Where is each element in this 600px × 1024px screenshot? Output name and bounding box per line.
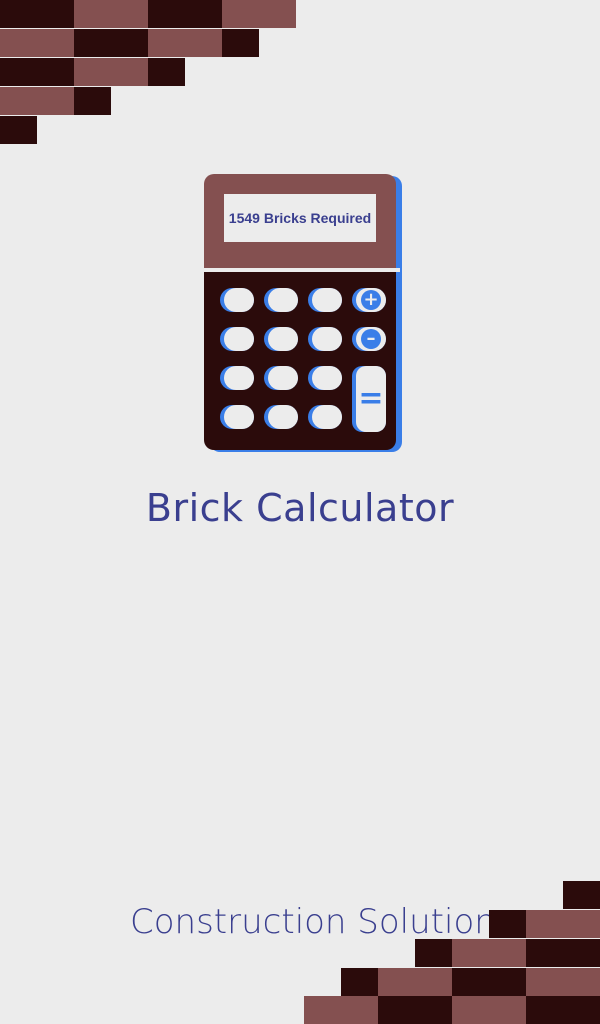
brick [304,996,378,1024]
app-title: Brick Calculator [145,486,455,530]
brick [148,58,185,86]
calculator-key [220,405,254,429]
calculator-key [308,366,342,390]
brick [222,0,296,28]
equals-key: = [352,366,386,432]
calculator-display: 1549 Bricks Required [224,194,376,242]
calculator-key [264,327,298,351]
brick [452,939,526,967]
brick [526,910,600,938]
brick [378,968,452,996]
brick [341,968,378,996]
minus-icon: – [361,329,381,349]
brick [526,968,600,996]
calculator-key [264,405,298,429]
calculator-key [264,366,298,390]
brick [526,996,600,1024]
plus-icon: + [361,290,381,310]
brick [526,939,600,967]
minus-key: – [352,327,386,351]
brick [452,996,526,1024]
calculator-key [264,288,298,312]
brick [74,58,148,86]
brick [563,881,600,909]
calculator-key [220,327,254,351]
brick [0,87,74,115]
calculator-top: 1549 Bricks Required [204,174,396,268]
brick [74,0,148,28]
brick [415,939,452,967]
calculator-keypad: + – = [204,272,396,450]
app-tagline: Construction Solution [130,902,496,942]
brick [452,968,526,996]
brick [489,910,526,938]
brick [0,58,74,86]
calculator-illustration: 1549 Bricks Required + – = [204,174,402,452]
brick [0,0,74,28]
calculator-key [220,288,254,312]
brick [222,29,259,57]
calculator-key [308,288,342,312]
brick [74,87,111,115]
brick [148,0,222,28]
brick [0,116,37,144]
calculator-key [308,405,342,429]
brick [0,29,74,57]
calculator-key [308,327,342,351]
brick [378,996,452,1024]
brick [74,29,148,57]
calculator-key [220,366,254,390]
equals-icon: = [356,366,386,432]
plus-key: + [352,288,386,312]
brick [148,29,222,57]
